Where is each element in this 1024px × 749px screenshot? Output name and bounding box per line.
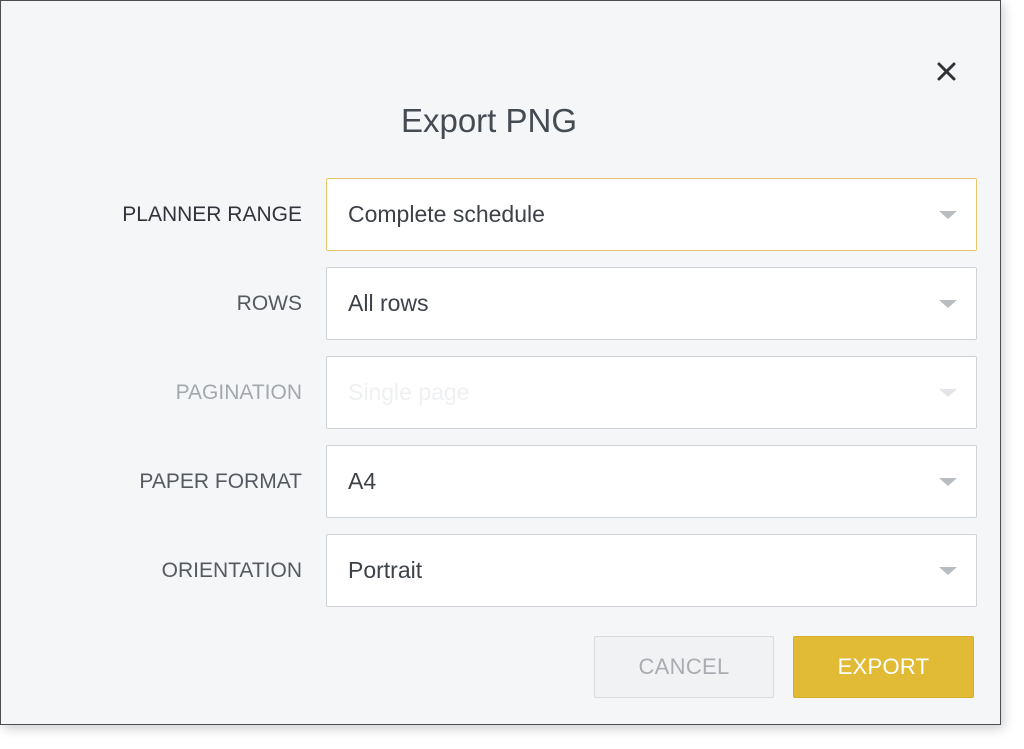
orientation-select[interactable]: Portrait: [326, 534, 977, 607]
chevron-down-icon: [939, 478, 957, 486]
pagination-select: Single page: [326, 356, 977, 429]
close-button[interactable]: [928, 55, 964, 89]
planner-range-select[interactable]: Complete schedule: [326, 178, 977, 251]
chevron-down-icon: [939, 567, 957, 575]
rows-label: ROWS: [236, 292, 302, 315]
paper-format-select[interactable]: A4: [326, 445, 977, 518]
orientation-label: ORIENTATION: [161, 559, 302, 582]
rows-select[interactable]: All rows: [326, 267, 977, 340]
dialog-title: Export PNG: [400, 102, 578, 139]
paper-format-label: PAPER FORMAT: [139, 470, 302, 493]
chevron-down-icon: [939, 300, 957, 308]
planner-range-value: Complete schedule: [348, 201, 545, 227]
orientation-value: Portrait: [348, 557, 423, 583]
close-icon: [937, 62, 956, 81]
chevron-down-icon: [939, 389, 957, 397]
export-png-dialog: Export PNG PLANNER RANGE Complete schedu…: [0, 0, 1001, 725]
planner-range-label: PLANNER RANGE: [122, 203, 302, 226]
pagination-value: Single page: [348, 379, 470, 405]
pagination-label: PAGINATION: [175, 381, 302, 404]
chevron-down-icon: [939, 211, 957, 219]
cancel-button[interactable]: CANCEL: [594, 636, 774, 698]
export-button[interactable]: EXPORT: [793, 636, 974, 698]
rows-value: All rows: [348, 290, 429, 316]
paper-format-value: A4: [348, 468, 377, 494]
